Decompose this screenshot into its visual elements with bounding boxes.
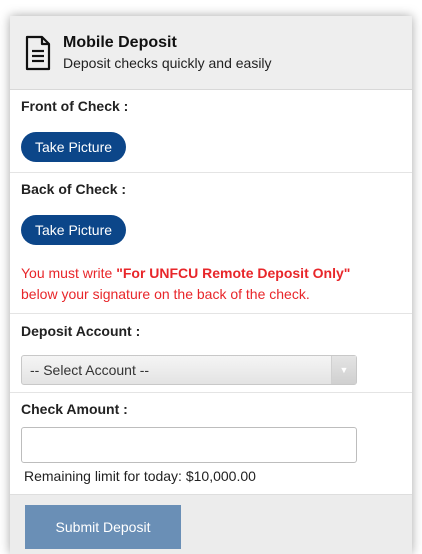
remaining-limit-text: Remaining limit for today: $10,000.00 xyxy=(24,468,256,484)
back-of-check-label: Back of Check : xyxy=(10,172,412,205)
submit-deposit-button[interactable]: Submit Deposit xyxy=(25,505,181,549)
amount-input-row xyxy=(10,424,412,466)
page-title: Mobile Deposit xyxy=(63,33,177,51)
account-select-row: -- Select Account -- ▼ xyxy=(10,348,412,392)
header-titles: Mobile Deposit Deposit checks quickly an… xyxy=(63,33,272,73)
limit-row: Remaining limit for today: $10,000.00 xyxy=(10,466,412,486)
back-take-picture-button[interactable]: Take Picture xyxy=(21,215,127,245)
header: Mobile Deposit Deposit checks quickly an… xyxy=(10,16,412,90)
chevron-down-icon: ▼ xyxy=(331,356,356,384)
deposit-account-label: Deposit Account : xyxy=(10,313,412,348)
footer: Submit Deposit xyxy=(10,494,412,554)
document-icon xyxy=(25,35,51,70)
page-subtitle: Deposit checks quickly and easily xyxy=(63,54,272,71)
front-of-check-label: Front of Check : xyxy=(21,98,129,114)
account-select[interactable]: -- Select Account -- ▼ xyxy=(21,355,357,385)
warning-suffix: below your signature on the back of the … xyxy=(21,286,310,302)
front-picture-row: Take Picture xyxy=(10,122,412,172)
front-take-picture-button[interactable]: Take Picture xyxy=(21,132,127,162)
check-amount-input[interactable] xyxy=(21,427,357,463)
mobile-deposit-panel: Mobile Deposit Deposit checks quickly an… xyxy=(10,16,412,554)
endorsement-warning: You must write "For UNFCU Remote Deposit… xyxy=(10,255,412,313)
back-picture-row: Take Picture xyxy=(10,205,412,255)
warning-emphasis: "For UNFCU Remote Deposit Only" xyxy=(116,265,351,281)
account-select-value: -- Select Account -- xyxy=(30,362,150,378)
warning-prefix: You must write xyxy=(21,265,117,281)
check-amount-label: Check Amount : xyxy=(10,392,412,424)
